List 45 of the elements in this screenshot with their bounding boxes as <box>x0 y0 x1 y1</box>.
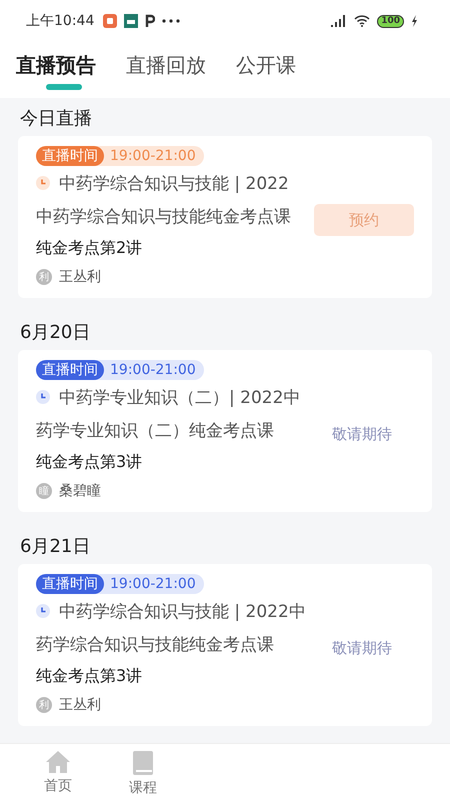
clock-icon <box>36 176 50 190</box>
section-title: 今日直播 <box>19 107 93 131</box>
clock-icon <box>36 604 50 618</box>
wifi-icon <box>354 15 370 27</box>
course-title: 中药学综合知识与技能 | 2022中药学综合知识与技能纯金考点课 <box>36 601 307 657</box>
lesson-card[interactable]: 直播时间 19:00-21:00 中药学综合知识与技能 | 2022中药学综合知识与技能纯金考点课 纯金考点第2讲 利 王丛利 预约 <box>18 136 432 298</box>
live-tag: 直播时间 <box>36 360 104 380</box>
home-icon <box>45 750 71 774</box>
clock-icon <box>36 390 50 404</box>
book-icon <box>132 750 154 776</box>
lecture-title: 纯金考点第3讲 <box>36 451 144 473</box>
live-tag: 直播时间 <box>36 146 104 166</box>
more-icon <box>162 19 180 23</box>
coming-soon-label: 敬请期待 <box>332 425 392 444</box>
app-notification-icon <box>103 14 118 28</box>
teacher-name: 王丛利 <box>59 696 101 714</box>
live-tag: 直播时间 <box>36 574 104 594</box>
course-title: 中药学专业知识（二）| 2022中药学专业知识（二）纯金考点课 <box>36 387 302 443</box>
android-notification-icon <box>124 14 138 28</box>
tab[interactable]: 直播预告 <box>16 48 96 90</box>
lesson-card[interactable]: 直播时间 19:00-21:00 中药学综合知识与技能 | 2022中药学综合知识与技能纯金考点课 纯金考点第3讲 利 王丛利 敬请期待 <box>18 564 432 726</box>
coming-soon-label: 敬请期待 <box>332 639 392 658</box>
nav-tab[interactable]: 首页 <box>38 750 78 800</box>
teacher-avatar: 利 <box>36 697 52 713</box>
battery-indicator: 100 <box>377 14 404 28</box>
teacher-avatar: 瞳 <box>36 483 52 499</box>
teacher-name: 王丛利 <box>59 268 101 286</box>
status-time: 上午10:44 <box>26 12 94 30</box>
signal-icon <box>331 15 348 27</box>
lesson-card[interactable]: 直播时间 19:00-21:00 中药学专业知识（二）| 2022中药学专业知识（二）纯金考点课 纯金考点第3讲 瞳 桑碧瞳 敬请期待 <box>18 350 432 512</box>
section-title: 6月21日 <box>19 535 92 559</box>
tab[interactable]: 直播回放 <box>126 48 206 90</box>
live-time: 19:00-21:00 <box>109 148 196 164</box>
teacher-avatar: 利 <box>36 269 52 285</box>
lecture-title: 纯金考点第2讲 <box>36 237 144 259</box>
section-title: 6月20日 <box>19 321 92 345</box>
p-notification-icon <box>145 14 156 28</box>
nav-tab[interactable]: 课程 <box>123 750 163 800</box>
teacher-name: 桑碧瞳 <box>59 482 101 500</box>
course-title: 中药学综合知识与技能 | 2022中药学综合知识与技能纯金考点课 <box>36 173 292 229</box>
tab[interactable]: 公开课 <box>236 48 296 90</box>
live-time: 19:00-21:00 <box>109 362 196 378</box>
live-time: 19:00-21:00 <box>109 576 196 592</box>
lecture-title: 纯金考点第3讲 <box>36 665 144 687</box>
charging-icon <box>411 15 418 27</box>
